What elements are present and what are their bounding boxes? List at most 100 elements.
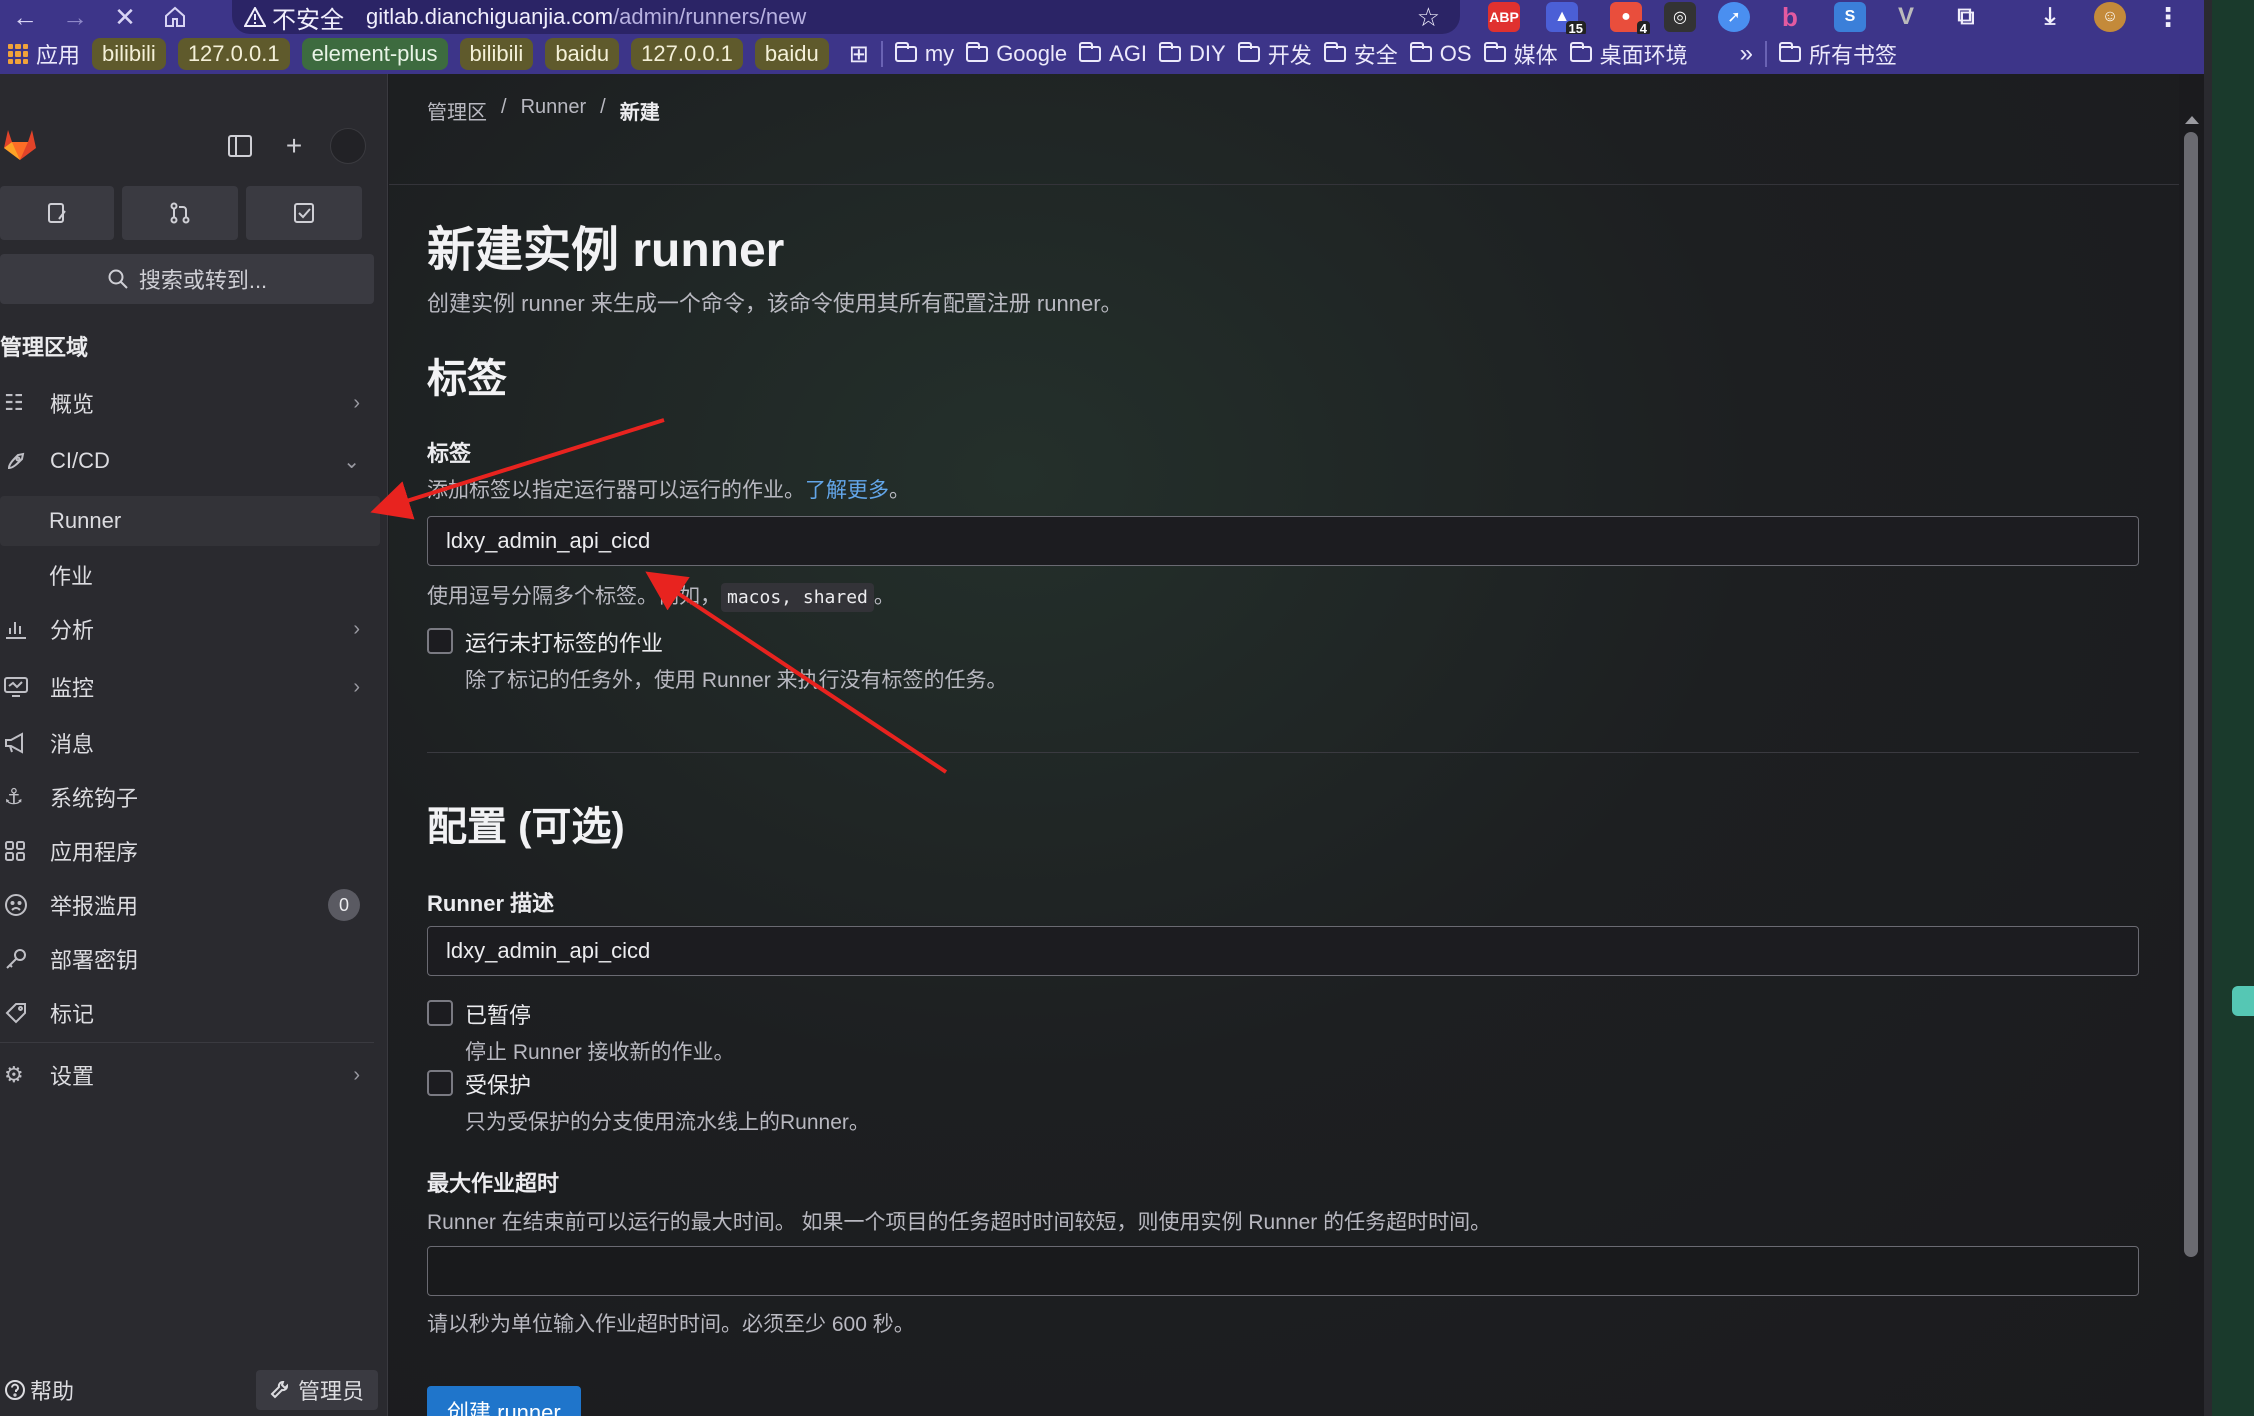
- page-scrollbar[interactable]: [2179, 74, 2204, 1416]
- run-untagged-label[interactable]: 运行未打标签的作业: [465, 626, 1008, 658]
- breadcrumb-link[interactable]: Runner: [521, 96, 587, 125]
- sidebar-item-cicd[interactable]: CI/CD ⌄: [0, 436, 380, 486]
- hat-extension-icon[interactable]: ▲ 15: [1546, 2, 1586, 36]
- bookmark-separator: [1764, 41, 1767, 67]
- adblock-label: ABP: [1489, 9, 1519, 25]
- bookmark-chip[interactable]: baidu: [754, 38, 829, 70]
- bookmark-folder[interactable]: DIY: [1159, 41, 1226, 67]
- bookmark-chip[interactable]: baidu: [545, 38, 620, 70]
- help-button[interactable]: 帮助: [4, 1374, 74, 1406]
- bookmark-apps[interactable]: 应用: [8, 38, 80, 70]
- url-text[interactable]: gitlab.dianchiguanjia.com/admin/runners/…: [366, 4, 806, 30]
- menu-dots-icon[interactable]: ⋮: [2152, 2, 2184, 32]
- create-runner-button[interactable]: 创建 runner: [427, 1386, 581, 1416]
- scrollbar-thumb[interactable]: [2184, 132, 2198, 1257]
- rocket-icon: [0, 449, 50, 473]
- sidebar-item-settings[interactable]: ⚙ 设置 ›: [0, 1050, 380, 1100]
- bookmark-folder[interactable]: 开发: [1237, 38, 1312, 70]
- search-icon: [108, 269, 128, 289]
- tags-help-text: 添加标签以指定运行器可以运行的作业。: [427, 479, 805, 502]
- todos-button[interactable]: [246, 186, 362, 240]
- sidebar-item-label: 作业: [49, 564, 94, 589]
- insecure-indicator[interactable]: 不安全: [244, 0, 344, 35]
- search-placeholder: 搜索或转到...: [138, 268, 268, 293]
- bookmark-chip[interactable]: 127.0.0.1: [631, 38, 743, 70]
- protected-checkbox[interactable]: [427, 1070, 453, 1096]
- bookmark-folder[interactable]: OS: [1409, 41, 1472, 67]
- sidebar-item-overview[interactable]: ☷ 概览 ›: [0, 378, 380, 428]
- address-bar[interactable]: 不安全 gitlab.dianchiguanjia.com/admin/runn…: [232, 0, 1460, 34]
- s-extension-icon[interactable]: S: [1834, 2, 1866, 32]
- adblock-plus-icon[interactable]: ABP: [1488, 2, 1520, 32]
- sidebar-item-system-hooks[interactable]: ⚓ 系统钩子: [0, 772, 380, 822]
- glasses-extension-icon[interactable]: ◎: [1664, 2, 1696, 32]
- bookmark-chip[interactable]: bilibili: [92, 38, 166, 70]
- sidebar-item-deploy-keys[interactable]: 部署密钥: [0, 934, 380, 984]
- bookmark-folder[interactable]: 桌面环境: [1569, 38, 1688, 70]
- paused-checkbox[interactable]: [427, 1000, 453, 1026]
- bookmark-chip[interactable]: bilibili: [459, 38, 534, 70]
- paused-description: 停止 Runner 接收新的作业。: [465, 1041, 735, 1064]
- puzzle-icon[interactable]: ⧉: [1950, 2, 1982, 32]
- tab-groups-icon[interactable]: ⊞: [849, 40, 869, 69]
- collapse-sidebar-button[interactable]: [220, 126, 260, 166]
- sidebar-item-runner[interactable]: Runner: [0, 496, 380, 546]
- runner-description-input[interactable]: ldxy_admin_api_cicd: [427, 926, 2139, 976]
- config-heading: 配置 (可选): [427, 805, 625, 849]
- sidebar-item-analytics[interactable]: 分析 ›: [0, 604, 380, 654]
- merge-request-icon: [170, 202, 190, 224]
- run-untagged-description: 除了标记的任务外，使用 Runner 来执行没有标签的任务。: [465, 669, 1008, 692]
- bookmark-chip[interactable]: 127.0.0.1: [177, 38, 290, 70]
- protected-label[interactable]: 受保护: [465, 1068, 870, 1100]
- download-icon[interactable]: ⤓: [2034, 2, 2066, 32]
- bing-extension-icon[interactable]: b: [1774, 2, 1806, 32]
- home-button[interactable]: [150, 0, 200, 34]
- side-panel-tab[interactable]: [2232, 986, 2254, 1016]
- avatar[interactable]: [330, 128, 366, 164]
- page-title: 新建实例 runner: [427, 224, 785, 277]
- back-button[interactable]: ←: [0, 0, 50, 34]
- paused-label[interactable]: 已暂停: [465, 998, 735, 1030]
- merge-requests-button[interactable]: [122, 186, 238, 240]
- tags-hint-end: 。: [873, 585, 895, 608]
- bookmark-folder[interactable]: my: [894, 41, 954, 67]
- run-untagged-checkbox[interactable]: [427, 628, 453, 654]
- scroll-up-arrow-icon[interactable]: [2185, 116, 2199, 124]
- sidebar-item-label: 设置: [50, 1064, 95, 1089]
- sidebar-item-labels[interactable]: 标记: [0, 988, 380, 1038]
- stop-button[interactable]: ✕: [100, 0, 150, 34]
- create-new-button[interactable]: +: [274, 126, 314, 166]
- admin-button[interactable]: 管理员: [255, 1370, 378, 1410]
- bookmark-folder[interactable]: 媒体: [1483, 38, 1558, 70]
- sidebar-item-jobs[interactable]: 作业: [0, 550, 380, 600]
- breadcrumb-link[interactable]: 管理区: [427, 96, 487, 125]
- dots-extension-icon[interactable]: ● 4: [1610, 2, 1650, 36]
- all-bookmarks-folder[interactable]: 所有书签: [1778, 38, 1897, 70]
- tags-input[interactable]: ldxy_admin_api_cicd: [427, 516, 2139, 566]
- learn-more-link[interactable]: 了解更多: [805, 479, 889, 502]
- bookmark-chip[interactable]: element-plus: [301, 38, 448, 70]
- timeout-help: Runner 在结束前可以运行的最大时间。 如果一个项目的任务超时时间较短，则使…: [427, 1211, 1492, 1234]
- bookmark-folder[interactable]: AGI: [1079, 41, 1147, 67]
- bookmarks-overflow-button[interactable]: »: [1740, 40, 1753, 68]
- sidebar-item-abuse-reports[interactable]: 举报滥用 0: [0, 880, 380, 930]
- tags-label: 标签: [427, 441, 472, 466]
- sidebar-item-applications[interactable]: 应用程序: [0, 826, 380, 876]
- home-icon: [165, 6, 185, 27]
- search-button[interactable]: 搜索或转到...: [0, 254, 374, 304]
- bookmark-star-icon[interactable]: ☆: [1417, 2, 1440, 33]
- timeout-input[interactable]: [427, 1246, 2139, 1296]
- sidebar-item-messages[interactable]: 消息: [0, 718, 380, 768]
- gitlab-logo[interactable]: [0, 124, 40, 169]
- issues-button[interactable]: [0, 186, 114, 240]
- bookmark-folder[interactable]: Google: [966, 41, 1067, 67]
- vue-extension-icon[interactable]: V: [1890, 2, 1922, 32]
- folder-icon: [1483, 42, 1506, 62]
- bookmark-folder[interactable]: 安全: [1323, 38, 1398, 70]
- forward-button[interactable]: →: [50, 0, 100, 34]
- tags-help: 添加标签以指定运行器可以运行的作业。了解更多。: [427, 474, 910, 504]
- profile-avatar-icon[interactable]: ☺: [2094, 2, 2126, 32]
- sidebar-item-label: 系统钩子: [50, 786, 139, 811]
- compass-extension-icon[interactable]: ➚: [1718, 2, 1750, 32]
- sidebar-item-monitoring[interactable]: 监控 ›: [0, 662, 380, 712]
